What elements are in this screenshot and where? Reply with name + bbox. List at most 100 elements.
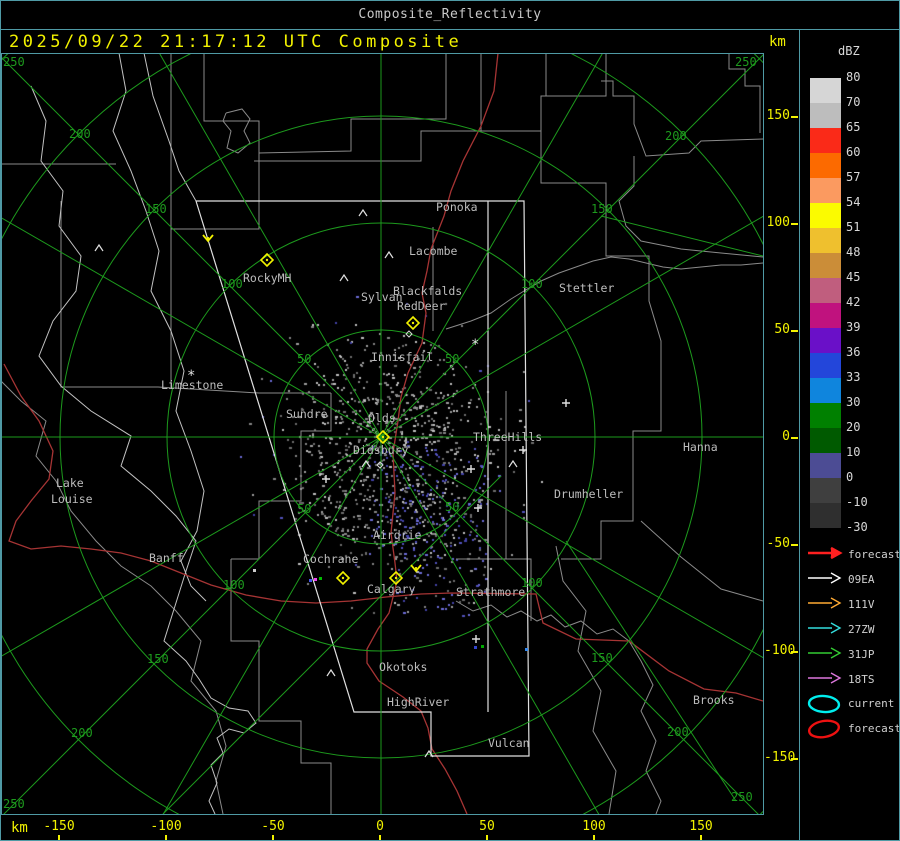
city-label: Sundre xyxy=(286,407,328,421)
dbz-scale-label: 20 xyxy=(846,420,861,434)
bottom-axis-label: -100 xyxy=(150,819,182,834)
legend-label: 31JP xyxy=(848,648,875,661)
track-arrow-marker xyxy=(410,564,422,573)
radar-site-dot xyxy=(394,576,398,580)
county-boundary xyxy=(171,153,260,230)
dbz-scale-label: 39 xyxy=(846,320,861,334)
right-axis-unit-label: km xyxy=(769,34,786,50)
legend-row: current xyxy=(806,693,899,714)
dbz-swatch xyxy=(810,228,841,253)
dbz-scale-label: 57 xyxy=(846,170,861,184)
dbz-scale-label: 45 xyxy=(846,270,861,284)
dbz-swatch xyxy=(810,378,841,403)
dbz-swatch xyxy=(810,203,841,228)
dbz-scale-label: 65 xyxy=(846,120,861,134)
small-diamond-marker xyxy=(376,461,384,469)
range-ring-label: 150 xyxy=(145,202,167,216)
dbz-swatch xyxy=(810,403,841,428)
city-label: Ponoka xyxy=(436,200,478,214)
legend-row: 31JP xyxy=(806,645,899,665)
county-boundary xyxy=(254,54,482,162)
city-label: Stettler xyxy=(559,281,614,295)
dbz-scale-label: -30 xyxy=(846,520,868,534)
legend-row: 09EA xyxy=(806,570,899,590)
city-label: Vulcan xyxy=(488,736,530,750)
city-label: Cochrane xyxy=(303,552,358,566)
legend-label: forecast xyxy=(848,722,900,735)
dbz-scale-label: 42 xyxy=(846,295,861,309)
dbz-swatch xyxy=(810,328,841,353)
right-axis-tick xyxy=(791,544,798,546)
track-arrow-marker xyxy=(202,234,214,243)
county-boundary xyxy=(203,54,447,154)
city-label: Lacombe xyxy=(409,244,458,258)
right-axis-label: 150 xyxy=(766,108,790,123)
city-label: Didsbury xyxy=(353,443,408,457)
city-label: Drumheller xyxy=(554,487,623,501)
city-label: Innisfail xyxy=(371,350,433,364)
bottom-axis-label: 0 xyxy=(376,819,384,834)
asterisk-marker: * xyxy=(471,337,479,353)
county-boundary xyxy=(60,201,158,388)
plus-marker xyxy=(472,635,480,643)
point-echo-dot xyxy=(525,648,528,651)
dbz-swatch xyxy=(810,303,841,328)
county-boundary xyxy=(640,520,763,602)
range-ring-label: 100 xyxy=(223,578,245,592)
right-axis-tick xyxy=(791,116,798,118)
city-label: Brooks xyxy=(693,693,735,707)
dbz-swatch xyxy=(810,503,841,528)
caret-marker xyxy=(94,243,104,252)
bottom-axis-tick xyxy=(486,835,488,840)
track-arrow-icon xyxy=(808,572,842,584)
dbz-scale-label: 10 xyxy=(846,445,861,459)
county-boundary xyxy=(481,54,607,132)
caret-marker xyxy=(339,273,349,282)
radar-map[interactable]: 50 100 150 200 250 50 100 150 200 250 50 100 150 200 2… xyxy=(1,53,764,815)
dbz-swatch xyxy=(810,453,841,478)
track-arrow-icon xyxy=(808,546,843,560)
legend-label: 18TS xyxy=(848,673,875,686)
caret-marker xyxy=(361,459,371,468)
bottom-axis-tick xyxy=(700,835,702,840)
map-layers: 50 100 150 200 250 50 100 150 200 250 50 100 150 200 2… xyxy=(2,54,763,814)
range-ring-label: 200 xyxy=(71,726,93,740)
right-axis-tick xyxy=(791,758,798,760)
range-ring-label: 250 xyxy=(731,790,753,804)
dbz-swatch xyxy=(810,278,841,303)
track-arrow-icon xyxy=(808,622,842,634)
legend-label: forecast xyxy=(848,548,900,561)
city-label: RockyMH xyxy=(243,271,292,285)
radar-site-dot xyxy=(341,576,345,580)
point-echo-dot xyxy=(481,645,484,648)
city-label: Lake xyxy=(56,476,84,490)
radar-site-dot xyxy=(265,258,269,262)
bottom-axis-tick xyxy=(58,835,60,840)
legend-row: 111V xyxy=(806,595,899,615)
point-echo-dot xyxy=(474,646,477,649)
city-label: Banff xyxy=(149,551,184,565)
dbz-swatch xyxy=(810,253,841,278)
caret-marker xyxy=(384,250,394,259)
caret-marker xyxy=(508,459,518,468)
bottom-axis-tick xyxy=(379,835,381,840)
dbz-scale-label: 36 xyxy=(846,345,861,359)
range-ring-label: 50 xyxy=(445,500,459,514)
window-title: Composite_Reflectivity xyxy=(1,1,899,30)
city-label: Hanna xyxy=(683,440,718,454)
dbz-scale-label: 70 xyxy=(846,95,861,109)
scale-legend-panel: dBZ 80 70 65 60 57 54 51 48 45 42 39 36 33 30 20 10 0 -10… xyxy=(800,30,900,840)
legend-row: 18TS xyxy=(806,670,899,690)
right-axis-label: -150 xyxy=(764,750,796,765)
radial-line xyxy=(162,436,382,814)
dbz-scale-label: 60 xyxy=(846,145,861,159)
right-axis-label: 0 xyxy=(782,429,790,444)
point-echo-dot xyxy=(253,569,256,572)
map-overlay: 50 100 150 200 250 50 100 150 200 250 50 100 150 200 2… xyxy=(1,53,764,815)
range-ring-label: 100 xyxy=(221,277,243,291)
range-ring-label: 50 xyxy=(297,502,311,516)
range-ring-label: 200 xyxy=(667,725,689,739)
dbz-scale-label: 0 xyxy=(846,470,854,484)
range-ring-label: 250 xyxy=(3,55,25,69)
track-arrow-icon xyxy=(808,597,842,609)
